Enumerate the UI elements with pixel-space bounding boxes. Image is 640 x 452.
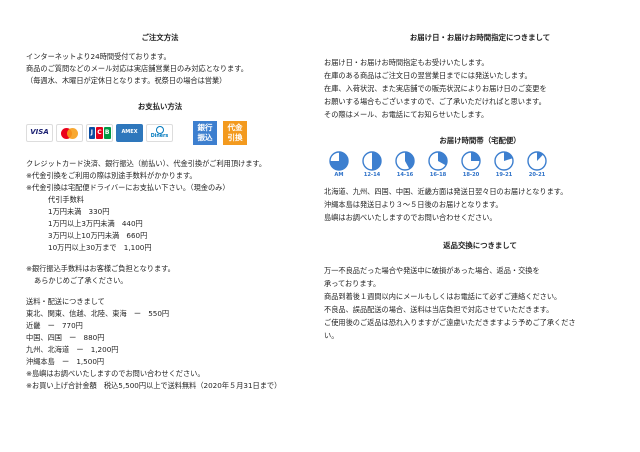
delivery-date-line: その際はメール、お電話にてお知らせいたします。 bbox=[324, 110, 489, 119]
returns-heading: 返品交換につきまして bbox=[443, 241, 517, 250]
clock-icon: AM bbox=[326, 151, 352, 179]
order-line: （毎週水、木曜日が定休日となります。祝祭日の場合は営業） bbox=[26, 76, 227, 85]
shipping-row: 九州、北海道 ー 1,200円 bbox=[26, 345, 119, 354]
time-slot-label: 12-14 bbox=[363, 172, 381, 178]
clock-icon: 20-21 bbox=[524, 151, 550, 179]
time-slot-line: 島嶼はお調べいたしますのでお問い合わせください。 bbox=[324, 213, 497, 222]
order-method-heading: ご注文方法 bbox=[141, 33, 179, 42]
time-slot-label: 14-16 bbox=[396, 172, 414, 178]
returns-line: 商品到着後１週間以内にメールもしくはお電話にて必ずご連絡ください。 bbox=[324, 292, 562, 301]
clock-icon: 18-20 bbox=[458, 151, 484, 179]
returns-line: 承っております。 bbox=[324, 279, 381, 288]
order-line: 商品のご質問などのメール対応は実店舗営業日のみ対応となります。 bbox=[26, 64, 248, 73]
cash-on-delivery-badge: 代金 引換 bbox=[223, 121, 247, 145]
cod-fee-row: 1万円未満 330円 bbox=[48, 207, 110, 216]
shipping-title: 送料・配送につきまして bbox=[26, 297, 105, 306]
delivery-date-heading: お届け日・お届けお時間指定につきまして bbox=[409, 33, 551, 42]
clock-icon: 14-16 bbox=[392, 151, 418, 179]
bank-fee-note: ※銀行振込手数料はお客様ご負担となります。 bbox=[26, 264, 175, 273]
returns-line: 万一不良品だった場合や発送中に破損があった場合、返品・交換を bbox=[324, 266, 540, 275]
shipping-row: 中国、四国 ー 880円 bbox=[26, 333, 105, 342]
time-slot-label: 19-21 bbox=[495, 172, 513, 178]
jcb-logo: JCB bbox=[86, 124, 113, 142]
time-slot-label: 20-21 bbox=[528, 172, 546, 178]
time-slot-label: AM bbox=[334, 172, 344, 178]
time-slot-label: 16-18 bbox=[429, 172, 447, 178]
clock-fill bbox=[372, 152, 381, 170]
time-slot-line: 沖縄本島は発送日より３〜５日後のお届けとなります。 bbox=[324, 200, 503, 209]
clock-fill bbox=[471, 152, 480, 161]
mastercard-logo bbox=[56, 124, 83, 142]
diners-logo: Diners bbox=[146, 124, 173, 142]
payment-method-heading: お支払い方法 bbox=[137, 102, 183, 111]
payment-logos: VISA JCB AMEX Diners bbox=[26, 124, 176, 142]
payment-line: クレジットカード決済、銀行振込（前払い）、代金引換がご利用頂けます。 bbox=[26, 159, 267, 168]
cod-fee-title: 代引手数料 bbox=[48, 195, 84, 204]
delivery-date-line: お届け日・お届けお時間指定もお受けいたします。 bbox=[324, 58, 489, 67]
delivery-date-line: お願いする場合もございますので、ご了承いただければと思います。 bbox=[324, 97, 546, 106]
order-line: インターネットより24時間受付ております。 bbox=[26, 52, 171, 61]
cod-fee-row: 3万円以上10万円未満 660円 bbox=[48, 231, 148, 240]
payment-line: ※代金引換は宅配便ドライバーにお支払い下さい。（現金のみ） bbox=[26, 183, 230, 192]
returns-line: ご使用後のご返品は恐れ入りますがご遠慮いただきますよう予めご了承くださ bbox=[324, 318, 576, 327]
shipping-note: ※島嶼はお調べいたしますのでお問い合わせください。 bbox=[26, 369, 205, 378]
delivery-date-line: 在庫のある商品はご注文日の翌営業日までには発送いたします。 bbox=[324, 71, 532, 80]
shipping-row: 沖縄本島 ー 1,500円 bbox=[26, 357, 105, 366]
visa-logo: VISA bbox=[26, 124, 53, 142]
bank-transfer-badge: 銀行 振込 bbox=[193, 121, 217, 145]
time-slot-label: 18-20 bbox=[462, 172, 480, 178]
returns-line: い。 bbox=[324, 331, 339, 340]
amex-logo: AMEX bbox=[116, 124, 143, 142]
shipping-note: ※お買い上げ合計金額 税込5,500円以上で送料無料（2020年５月31日まで） bbox=[26, 381, 282, 390]
time-slot-line: 北海道、九州、四国、中国、近畿方面は発送日翌々日のお届けとなります。 bbox=[324, 187, 568, 196]
clock-icon: 16-18 bbox=[425, 151, 451, 179]
shipping-row: 近畿 ー 770円 bbox=[26, 321, 83, 330]
cod-fee-row: 10万円以上30万まで 1,100円 bbox=[48, 243, 152, 252]
clock-icon: 12-14 bbox=[359, 151, 385, 179]
bank-fee-note: あらかじめご了承ください。 bbox=[34, 276, 128, 285]
returns-line: 不良品、誤品配送の場合、送料は当店負担で対応させていただきます。 bbox=[324, 305, 554, 314]
clock-icon: 19-21 bbox=[491, 151, 517, 179]
cod-fee-row: 1万円以上3万円未満 440円 bbox=[48, 219, 143, 228]
delivery-date-line: 在庫、入荷状況、また実店舗での販売状況によりお届け日のご変更を bbox=[324, 84, 547, 93]
shipping-row: 東北、関東、信越、北陸、東海 ー 550円 bbox=[26, 309, 170, 318]
payment-line: ※代金引換をご利用の際は別途手数料がかかります。 bbox=[26, 171, 197, 180]
time-slot-heading: お届け時間帯（宅配便） bbox=[439, 136, 521, 145]
